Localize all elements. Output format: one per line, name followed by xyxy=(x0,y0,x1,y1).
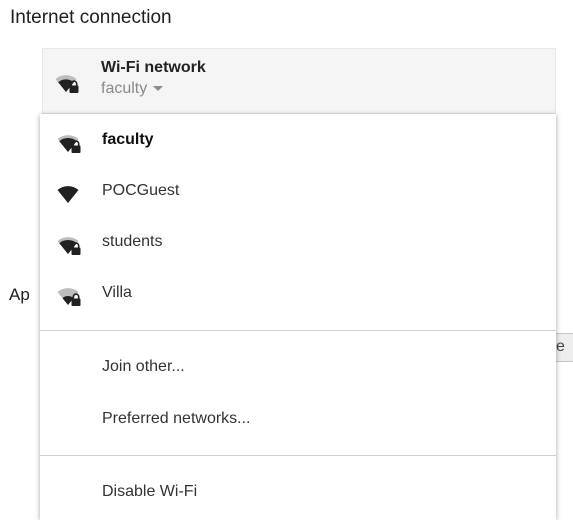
disable-wifi-item[interactable]: Disable Wi-Fi xyxy=(40,471,556,515)
section-title: Internet connection xyxy=(10,7,172,28)
join-other-label: Join other... xyxy=(102,358,185,375)
network-name: Villa xyxy=(102,284,132,301)
current-network-name: faculty xyxy=(101,80,148,97)
disable-wifi-label: Disable Wi-Fi xyxy=(102,483,198,500)
caret-down-icon xyxy=(153,86,164,92)
network-name: faculty xyxy=(102,131,154,148)
network-item-pocguest[interactable]: POCGuest xyxy=(40,170,556,214)
network-name: POCGuest xyxy=(102,182,180,199)
network-name: students xyxy=(102,233,163,250)
background-partial-label: Ap xyxy=(9,285,30,304)
wifi-network-selector[interactable]: Wi-Fi network faculty xyxy=(42,48,556,114)
join-other-item[interactable]: Join other... xyxy=(40,346,556,390)
wifi-network-menu: faculty POCGuest students Villa Join oth… xyxy=(40,114,556,520)
wifi-icon xyxy=(57,182,83,206)
wifi-network-title: Wi-Fi network xyxy=(101,59,206,76)
menu-divider xyxy=(40,330,556,331)
network-item-students[interactable]: students xyxy=(40,221,556,265)
preferred-networks-item[interactable]: Preferred networks... xyxy=(40,398,556,442)
network-item-faculty[interactable]: faculty xyxy=(40,119,556,163)
wifi-lock-icon xyxy=(57,233,83,257)
preferred-networks-label: Preferred networks... xyxy=(102,410,251,427)
wifi-lock-icon xyxy=(55,71,81,95)
wifi-current-network[interactable]: faculty xyxy=(101,80,164,98)
network-item-villa[interactable]: Villa xyxy=(40,272,556,316)
menu-divider xyxy=(40,455,556,456)
wifi-lock-icon xyxy=(57,284,83,308)
wifi-lock-icon xyxy=(57,131,83,155)
background-partial-button-label: e xyxy=(556,338,565,355)
